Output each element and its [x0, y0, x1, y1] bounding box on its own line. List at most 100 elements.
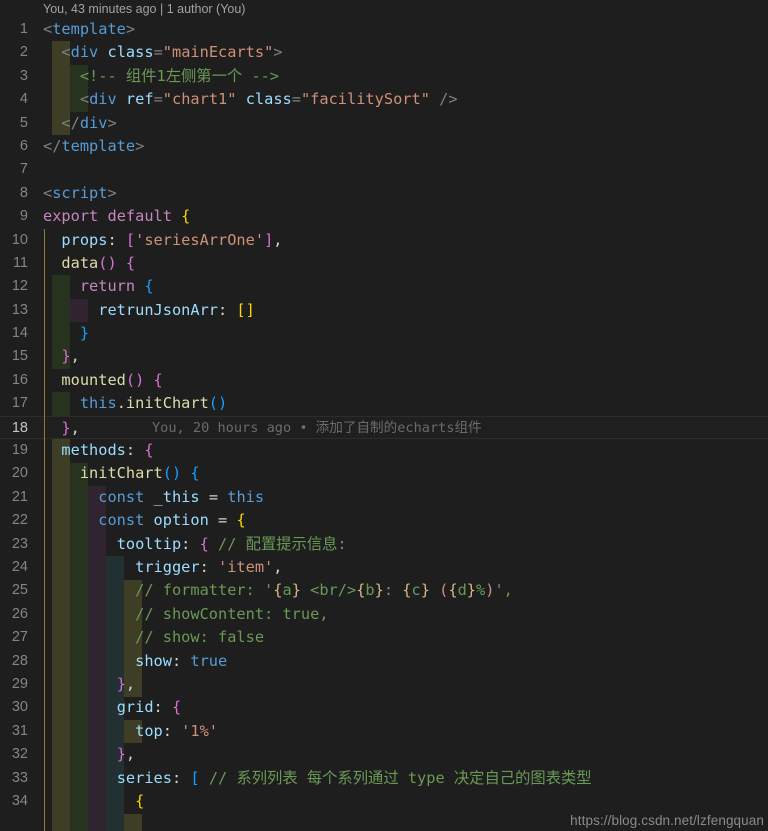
- code-token: </: [61, 113, 80, 132]
- code-token: ): [135, 370, 145, 389]
- code-token: class: [107, 43, 154, 62]
- code-token: template: [61, 136, 136, 155]
- code-text: retrunJsonArr: []: [43, 299, 255, 322]
- code-token: }: [420, 581, 430, 600]
- code-token: initChart: [79, 464, 163, 483]
- code-token: methods: [61, 441, 126, 460]
- code-token: :: [383, 581, 403, 600]
- code-token: ,: [125, 745, 136, 764]
- code-token: :: [171, 651, 191, 670]
- code-token: (: [162, 464, 172, 483]
- code-text: data() {: [43, 252, 135, 275]
- code-text: {: [43, 790, 144, 813]
- code-token: 'item': [218, 557, 274, 576]
- code-token: const: [98, 511, 145, 530]
- code-token: =: [153, 90, 163, 109]
- code-token: >: [125, 20, 136, 38]
- code-token: initChart: [125, 394, 209, 413]
- code-token: script: [52, 183, 108, 202]
- code-token: }: [374, 581, 384, 600]
- code-token: retrunJsonArr: [98, 300, 218, 319]
- code-token: =: [208, 511, 237, 530]
- code-text: tooltip: { // 配置提示信息:: [43, 533, 347, 556]
- code-token: =: [291, 90, 301, 109]
- code-text: initChart() {: [43, 462, 200, 485]
- code-token: data: [61, 253, 99, 272]
- code-token: :: [199, 557, 218, 576]
- code-token: (: [208, 394, 219, 413]
- code-token: {: [135, 791, 145, 810]
- code-surface[interactable]: 1 <template> 2 <div class="mainEcarts"> 3 <…: [0, 18, 768, 831]
- code-token: // 配置提示信息:: [218, 534, 347, 553]
- code-text: methods: {: [43, 439, 154, 462]
- code-text: <!-- 组件1左侧第一个 -->: [43, 65, 279, 88]
- code-token: :: [107, 230, 126, 249]
- code-token: {: [190, 464, 200, 483]
- code-token: template: [52, 20, 126, 38]
- code-token: this: [79, 394, 117, 413]
- code-token: tooltip: [116, 534, 182, 553]
- code-text: <div class="mainEcarts">: [43, 41, 282, 64]
- code-text: }: [43, 322, 89, 345]
- code-text: trigger: 'item',: [43, 556, 282, 579]
- code-token: props: [61, 230, 108, 249]
- code-token: {: [199, 534, 209, 553]
- code-token: export: [43, 207, 99, 226]
- code-token: <: [43, 20, 53, 38]
- code-token: :: [171, 768, 191, 787]
- code-token: "mainEcarts": [162, 43, 274, 62]
- code-token: c: [411, 581, 421, 600]
- code-token: [: [190, 768, 200, 787]
- code-token: ): [171, 464, 182, 483]
- code-token: // showContent: true,: [135, 604, 329, 623]
- code-token: }: [116, 745, 126, 764]
- code-token: div: [79, 113, 108, 132]
- code-token: ]: [245, 300, 255, 319]
- code-token: %: [476, 581, 486, 600]
- code-token: [: [125, 230, 136, 249]
- code-token: ,: [125, 674, 136, 693]
- code-token: }: [291, 581, 301, 600]
- code-text: const _this = this: [43, 486, 264, 509]
- code-token: }: [61, 347, 71, 366]
- code-token: }: [61, 418, 71, 437]
- code-token: {: [171, 698, 182, 717]
- code-token: show: [135, 651, 172, 670]
- code-token: .: [116, 394, 126, 413]
- code-token: default: [107, 207, 172, 226]
- code-token: class: [245, 90, 292, 109]
- code-token: '1%': [181, 721, 219, 740]
- code-text: return {: [43, 275, 154, 298]
- code-text: props: ['seriesArrOne'],: [43, 229, 282, 252]
- code-token: {: [236, 511, 246, 530]
- code-token: ]: [264, 230, 274, 249]
- code-token: }: [116, 674, 126, 693]
- code-token: _this: [153, 487, 200, 506]
- code-token: >: [448, 90, 458, 109]
- code-text: series: [ // 系列列表 每个系列通过 type 决定自己的图表类型: [43, 767, 592, 790]
- code-token: ,: [70, 418, 80, 437]
- inline-git-blame[interactable]: You, 20 hours ago • 添加了自制的echarts组件: [152, 417, 482, 440]
- code-token: {: [144, 441, 154, 460]
- code-token: :: [181, 534, 200, 553]
